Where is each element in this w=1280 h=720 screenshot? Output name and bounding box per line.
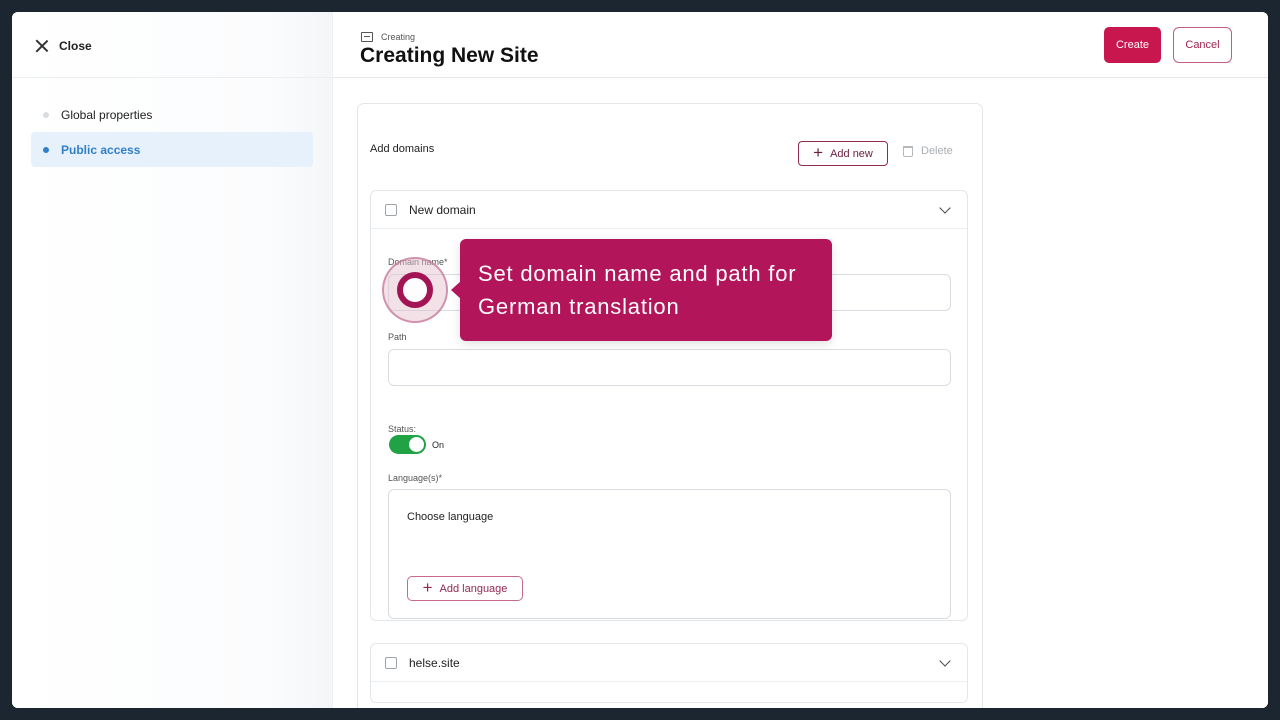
domain-panel: helse.site [370, 643, 968, 703]
close-label: Close [59, 39, 92, 53]
path-label: Path [388, 332, 407, 342]
sidebar-item-label: Global properties [61, 107, 153, 122]
cancel-button[interactable]: Cancel [1173, 27, 1232, 63]
delete-label: Delete [921, 145, 953, 157]
document-icon [361, 32, 373, 42]
close-button[interactable]: Close [34, 36, 92, 56]
domains-card: Add domains + Add new Delete New domain … [357, 103, 983, 708]
sidebar-divider [12, 77, 333, 78]
click-highlight-icon [397, 272, 433, 308]
languages-label: Language(s)* [388, 473, 443, 483]
delete-button[interactable]: Delete [903, 145, 953, 157]
domain-header[interactable]: New domain [371, 191, 967, 229]
sidebar-item-label: Public access [61, 142, 141, 157]
toggle-knob [409, 437, 424, 452]
trash-icon [903, 145, 913, 157]
status-toggle[interactable] [389, 435, 426, 454]
app-window: Close Global properties Public access Cr… [12, 12, 1268, 708]
chevron-down-icon[interactable] [939, 201, 951, 214]
sidebar-item-public-access[interactable]: Public access [31, 132, 313, 167]
bullet-icon [43, 146, 49, 153]
sidebar-item-global-properties[interactable]: Global properties [31, 97, 313, 132]
choose-language-label: Choose language [407, 511, 494, 523]
close-icon [34, 38, 50, 54]
status-label: Status: [388, 424, 417, 434]
create-button[interactable]: Create [1104, 27, 1161, 63]
plus-icon: + [422, 578, 433, 597]
bullet-icon [43, 111, 49, 118]
page-title: Creating New Site [360, 44, 539, 67]
domain-header[interactable]: helse.site [371, 644, 967, 682]
page-header: Creating Creating New Site Create Cancel [333, 12, 1268, 78]
breadcrumb-label: Creating [381, 32, 416, 42]
section-title: Add domains [370, 143, 435, 155]
path-input[interactable] [388, 349, 951, 386]
breadcrumb: Creating [361, 32, 415, 42]
tutorial-tooltip: Set domain name and path for German tran… [451, 239, 832, 341]
add-language-label: Add language [439, 582, 508, 595]
sidebar: Close Global properties Public access [12, 12, 333, 708]
add-language-button[interactable]: + Add language [407, 576, 523, 601]
chevron-down-icon[interactable] [939, 654, 951, 667]
domain-name: helse.site [409, 655, 460, 670]
status-value: On [432, 440, 445, 450]
domain-checkbox[interactable] [385, 203, 397, 216]
add-new-button[interactable]: + Add new [798, 141, 888, 166]
add-new-label: Add new [830, 147, 873, 160]
domain-name: New domain [409, 202, 476, 217]
domain-checkbox[interactable] [385, 656, 397, 669]
plus-icon: + [813, 143, 824, 162]
language-box: Choose language + Add language [388, 489, 951, 619]
